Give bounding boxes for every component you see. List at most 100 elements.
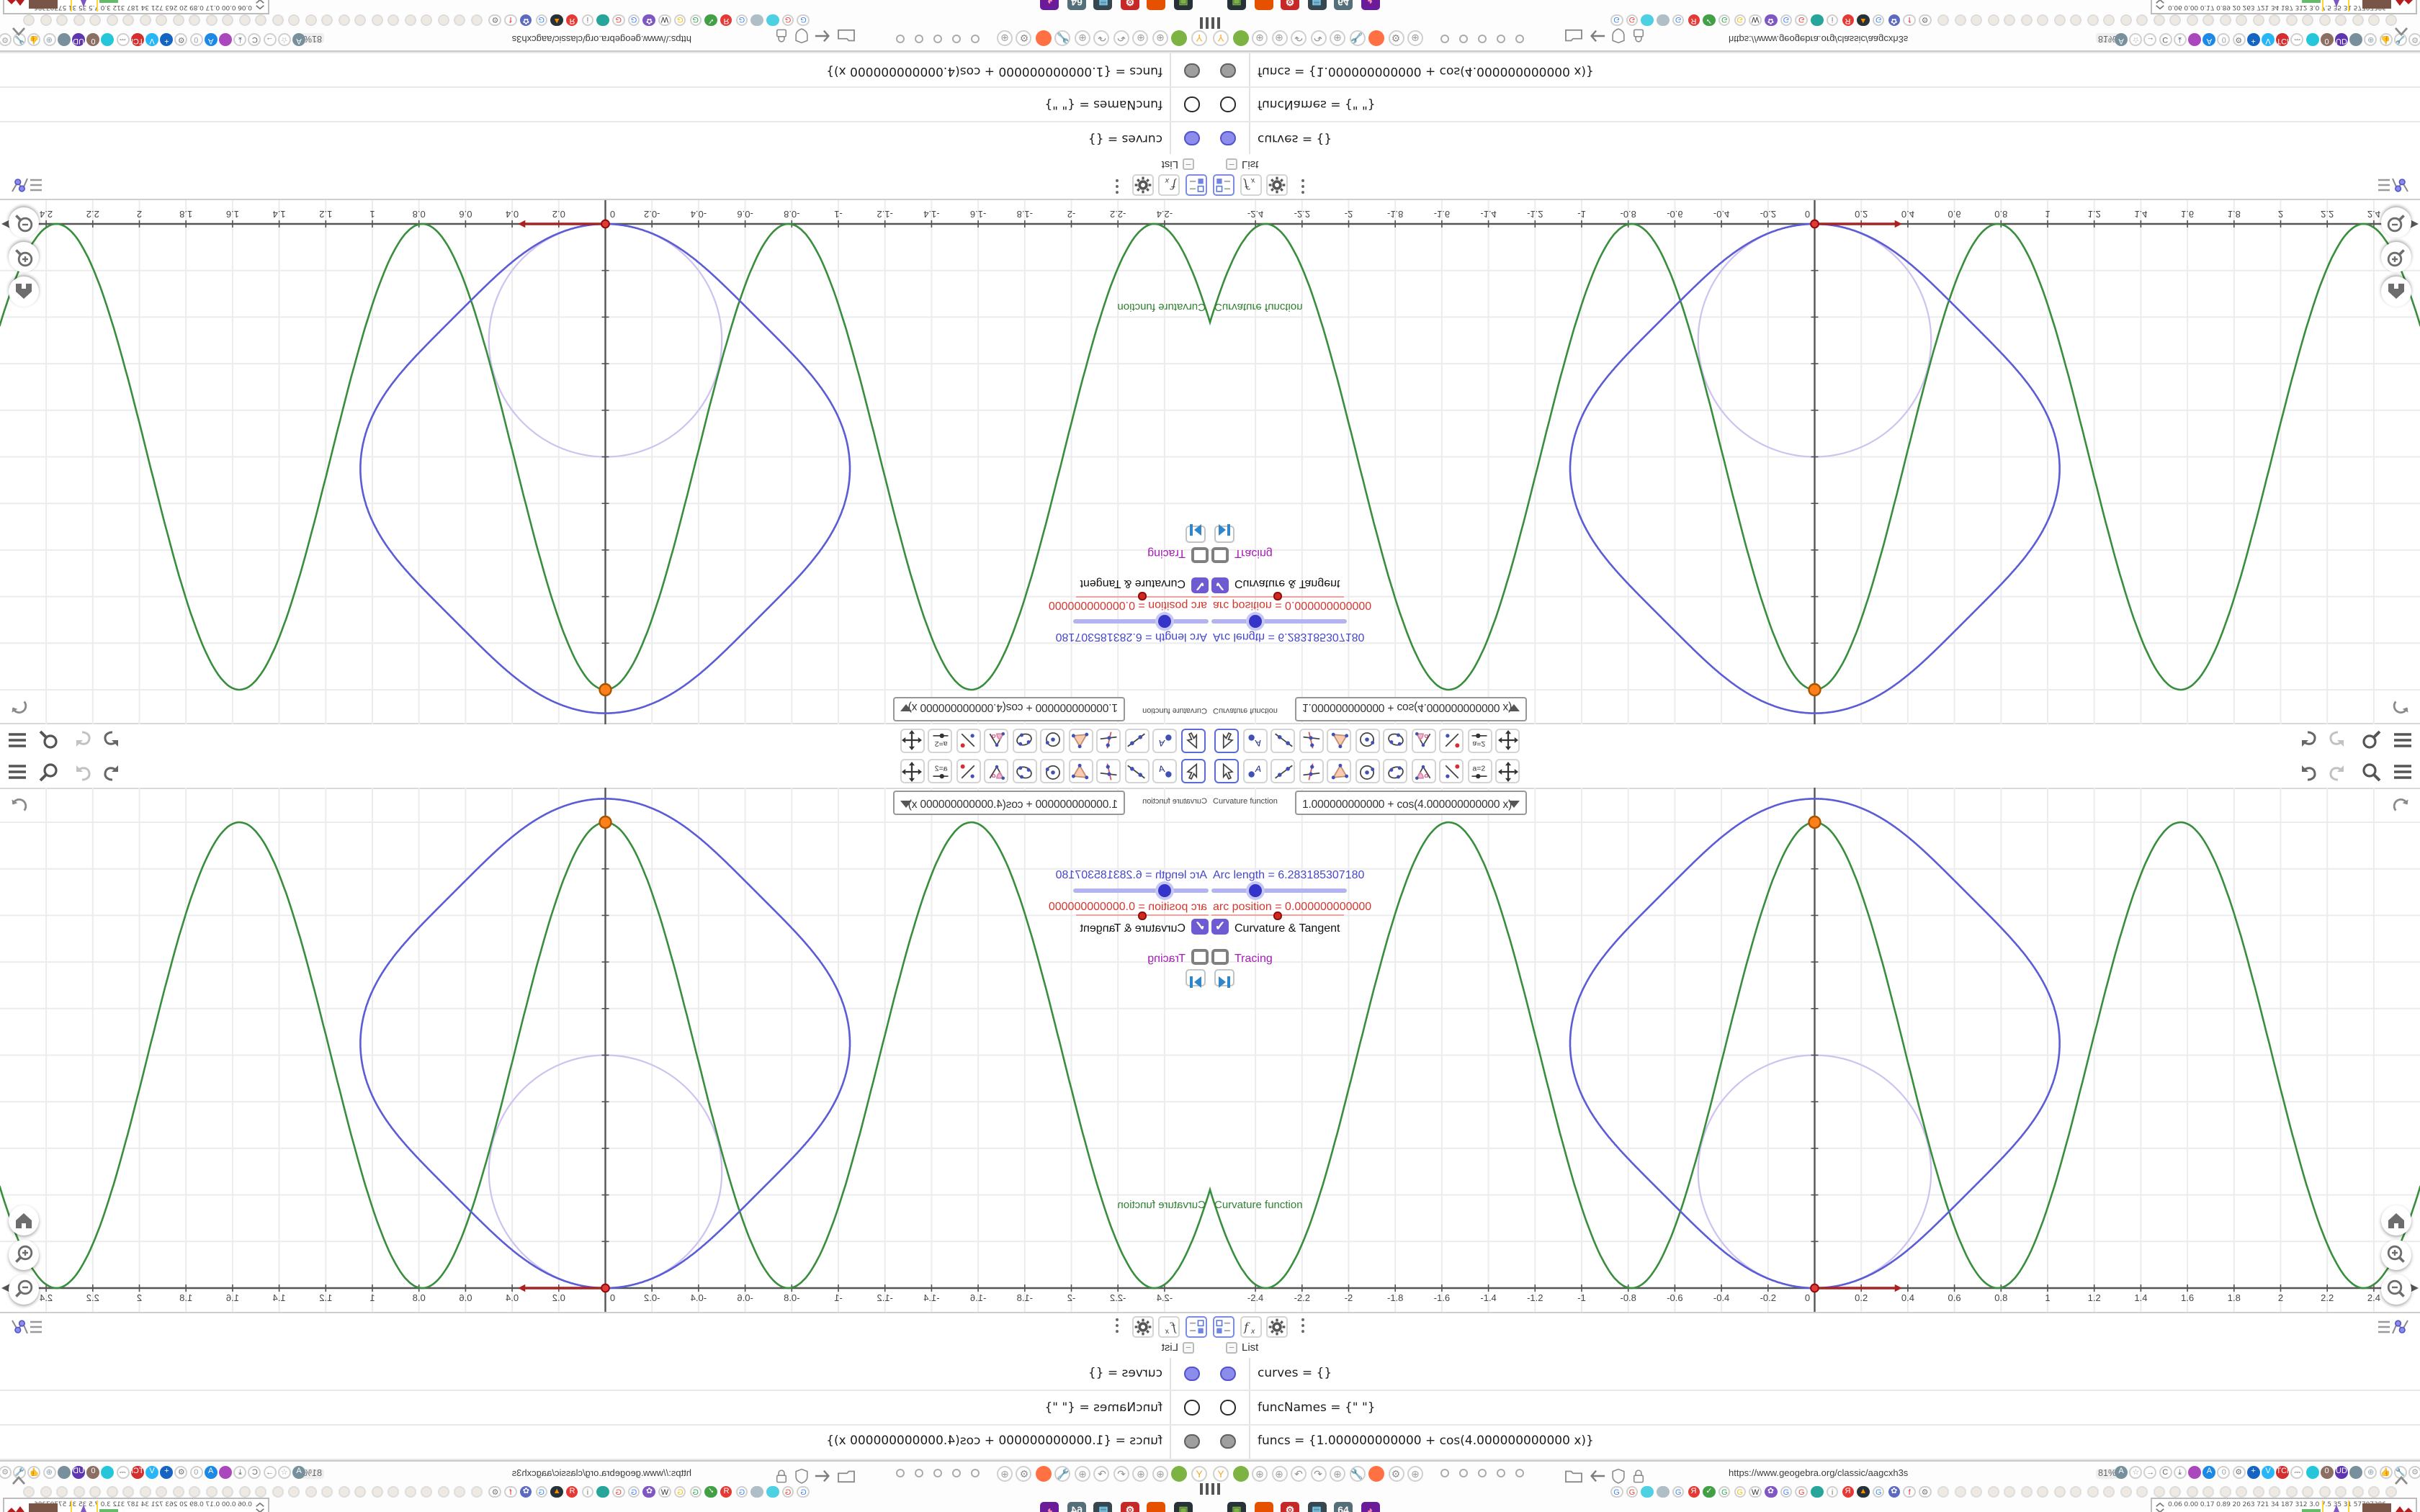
bookmark-favicon[interactable]: G [735,14,748,27]
bookmark-favicon[interactable]: G [781,14,794,27]
bookmark-favicon[interactable] [750,1485,763,1498]
faded-favicon[interactable] [372,1486,383,1498]
shield-icon[interactable] [1610,28,1626,45]
faded-favicon[interactable] [90,14,102,26]
curvature-function-dropdown[interactable]: 1.000000000000 + cos(4.000000000000 x) [893,791,1125,815]
visibility-marble-gray[interactable] [1220,1434,1235,1449]
undo-button[interactable] [102,730,122,750]
faded-favicon[interactable] [40,14,52,26]
extension-icon[interactable]: + [2246,33,2260,46]
faded-favicon[interactable] [2202,1486,2214,1498]
extension-icon[interactable]: A [2202,33,2216,46]
extension-icon[interactable]: UD [2335,33,2348,46]
faded-favicon[interactable] [156,14,168,26]
faded-favicon[interactable] [2037,1486,2048,1498]
tool-line-two-points[interactable] [1125,759,1150,783]
bookmark-favicon[interactable]: G [1872,14,1885,27]
redo-icon[interactable]: ↷ [1094,31,1110,47]
firefox-icon[interactable] [1368,31,1384,47]
extension-icon[interactable]: C [2159,33,2172,46]
collapse-icon[interactable]: − [1226,1342,1237,1354]
globe-icon[interactable]: ⊕ [1330,1465,1345,1481]
curvature-value-point[interactable] [1808,683,1821,697]
back-arrow-icon[interactable] [1587,1467,1606,1484]
graphics-view[interactable]: -2.4 -2.2 -2 -1.8 -1.6 -1.4 -1.2 -1 -0.8 -0.6 -0.4… [1210,200,2420,724]
graphics-view-toggle-icon[interactable] [2377,176,2411,195]
search-button[interactable] [39,762,59,782]
bookmark-favicon[interactable]: G [689,1485,702,1498]
shield-icon[interactable] [794,28,810,45]
collapse-icon[interactable]: − [1183,158,1194,170]
faded-favicon[interactable] [2236,1486,2247,1498]
extension-icon[interactable]: → [2143,33,2157,46]
tool-ellipse[interactable] [1013,759,1037,783]
monitor-app-icon[interactable]: ▤ [1307,0,1326,11]
faded-favicon[interactable] [57,14,68,26]
faded-favicon[interactable] [2352,1486,2363,1498]
url-text[interactable]: https://www.geogebra.org/classic/aagcxh3… [512,1468,691,1478]
bookmark-favicon[interactable] [1657,1485,1670,1498]
bookmark-favicon[interactable] [1641,14,1654,27]
faded-favicon[interactable] [2020,14,2032,26]
bookmark-favicon[interactable]: ✿ [1888,1485,1901,1498]
arc-length-slider[interactable] [1211,883,1347,896]
zoom-out-button[interactable] [9,1274,39,1305]
bookmark-favicon[interactable]: i [581,14,594,27]
extension-icon[interactable]: + [160,33,174,46]
extension-icon[interactable]: ⊕ [42,33,56,46]
faded-favicon[interactable] [2186,14,2197,26]
algebra-row[interactable]: funcs = {1.000000000000 + cos(4.00000000… [0,1425,1210,1460]
faded-favicon[interactable] [2252,14,2264,26]
faded-favicon[interactable] [289,14,300,26]
green-app-icon[interactable] [1172,31,1188,47]
arc-length-slider[interactable] [1211,616,1347,629]
bookmark-favicon[interactable]: W [658,1485,671,1498]
curvature-tangent-checkbox[interactable]: ✓ [1211,919,1229,935]
faded-favicon[interactable] [2020,1486,2032,1498]
faded-favicon[interactable] [305,14,317,26]
faded-favicon[interactable] [223,14,234,26]
arc-position-slider-knob[interactable] [1138,912,1147,919]
bookmark-favicon[interactable]: i [1826,14,1839,27]
extension-icon[interactable]: ⚙ [2232,1466,2246,1479]
algebra-row[interactable]: funcs = {1.000000000000 + cos(4.00000000… [0,52,1210,87]
faded-favicon[interactable] [339,1486,350,1498]
arc-position-slider-knob[interactable] [1273,912,1282,919]
visibility-marble-hollow[interactable] [1185,96,1200,112]
bookmark-favicon[interactable] [750,14,763,27]
bookmark-favicon[interactable]: G [673,1485,686,1498]
faded-favicon[interactable] [140,14,151,26]
extension-icon[interactable]: ⤓ [233,1466,247,1479]
faded-favicon[interactable] [2004,14,2015,26]
radio-circle-icon[interactable] [1497,35,1505,43]
faded-favicon[interactable] [239,14,251,26]
bookmark-favicon[interactable]: f [504,14,517,27]
faded-favicon[interactable] [2070,1486,2081,1498]
radio-circle-icon[interactable] [1459,1469,1468,1477]
radio-circle-icon[interactable] [971,35,980,43]
bookmark-favicon[interactable]: Я [566,1485,578,1498]
cat-app-icon[interactable]: ◕ [1041,1501,1059,1512]
bookmark-favicon[interactable]: G [535,14,548,27]
redo-button[interactable] [72,762,92,782]
faded-favicon[interactable] [2285,14,2297,26]
globe-icon[interactable]: ⊕ [1152,31,1168,47]
faded-favicon[interactable] [454,1486,466,1498]
arc-position-slider-knob[interactable] [1273,593,1282,600]
faded-favicon[interactable] [421,1486,433,1498]
faded-favicon[interactable] [305,1486,317,1498]
bookmark-favicon[interactable]: Я [720,1485,732,1498]
bookmark-favicon[interactable]: ✿ [1765,1485,1777,1498]
globe-icon[interactable]: ⊕ [1330,31,1345,47]
extension-icon[interactable]: A [292,1466,305,1479]
faded-favicon[interactable] [405,1486,416,1498]
tool-move-cursor[interactable] [1181,759,1206,783]
settings-app-icon[interactable]: ⚙ [1281,0,1299,11]
tool-circle-center-point[interactable] [1041,729,1065,753]
faded-favicon[interactable] [2169,1486,2181,1498]
bookmark-favicon[interactable]: G [627,14,640,27]
bookmark-favicon[interactable]: G [797,1485,810,1498]
zoom-in-button[interactable] [2381,242,2411,272]
tool-angle[interactable]: α [1411,759,1435,783]
extension-icon[interactable]: C [248,33,261,46]
